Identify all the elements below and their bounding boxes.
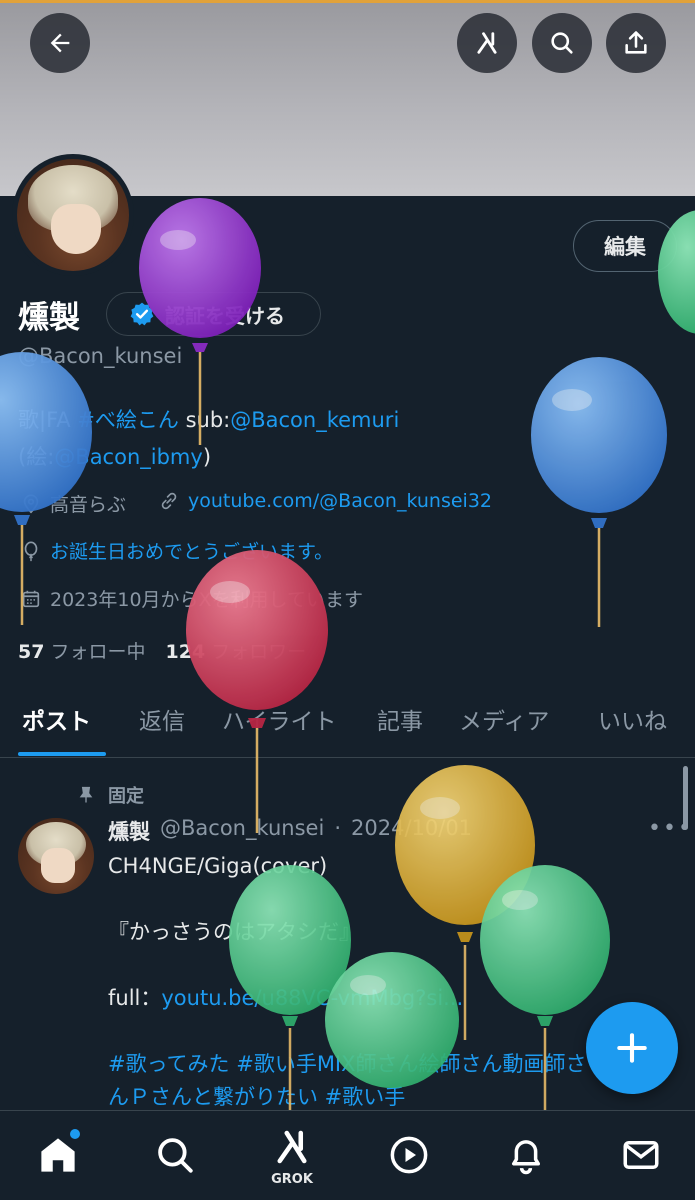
- search-button[interactable]: [532, 13, 592, 73]
- website-row[interactable]: youtube.com/@Bacon_kunsei32: [158, 490, 492, 512]
- following-count: 57: [18, 641, 45, 663]
- following-label: フォロー中: [50, 641, 146, 663]
- bio-line2-suffix: ): [202, 445, 212, 469]
- grok-icon: [477, 32, 497, 54]
- joined-row: 2023年10月からXを利用しています: [20, 585, 363, 612]
- get-verified-label: 認証を受ける: [165, 303, 285, 328]
- post-body[interactable]: CH4NGE/Giga(cover) 『かっさうのはアタシだ』 full：you…: [108, 850, 678, 1114]
- profile-name: 燻製: [18, 300, 80, 336]
- share-button[interactable]: [606, 13, 666, 73]
- profile-tabs: ポスト 返信 ハイライト 記事 メディア いいね: [0, 690, 695, 758]
- verified-badge-icon: [130, 302, 154, 326]
- tab-posts[interactable]: ポスト: [22, 702, 91, 736]
- profile-bio: 歌|FA #べ絵こん sub:@Bacon_kemuri (絵:@Bacon_i…: [18, 402, 678, 476]
- back-button[interactable]: [30, 13, 90, 73]
- nav-search[interactable]: [151, 1131, 199, 1179]
- followers-count: 124: [165, 641, 206, 663]
- calendar-icon: [22, 590, 40, 607]
- profile-avatar[interactable]: [12, 154, 134, 276]
- home-notification-dot: [70, 1129, 80, 1139]
- joined-text: 2023年10月からXを利用しています: [50, 589, 363, 611]
- bio-line2-prefix: (絵:: [18, 445, 55, 469]
- pinned-label: 固定: [108, 786, 144, 807]
- arrow-left-icon: [50, 33, 70, 53]
- post-date[interactable]: 2024/10/01: [351, 816, 472, 846]
- location-row: 高音らぶ: [20, 490, 126, 517]
- pin-icon: [79, 786, 93, 803]
- tab-articles[interactable]: 記事: [377, 702, 423, 736]
- followers-label: フォロワー: [211, 641, 307, 663]
- mail-icon: [623, 1141, 659, 1169]
- nav-notifications[interactable]: [502, 1131, 550, 1179]
- bio-text: 歌|FA: [18, 408, 71, 432]
- tab-replies[interactable]: 返信: [139, 702, 185, 736]
- followers-link[interactable]: 124 フォロワー: [165, 637, 306, 664]
- bio-illust-link[interactable]: @Bacon_ibmy: [54, 445, 203, 469]
- birthday-row: お誕生日おめでとうございます。: [20, 537, 333, 564]
- post-header: 燻製 @Bacon_kunsei · 2024/10/01: [108, 816, 472, 846]
- post-separator: ·: [334, 816, 341, 840]
- post-author-handle[interactable]: @Bacon_kunsei: [160, 816, 324, 846]
- website-link[interactable]: youtube.com/@Bacon_kunsei32: [188, 490, 492, 512]
- home-icon: [41, 1138, 75, 1172]
- post-full-link[interactable]: youtu.be/u88VC-vmMbg?si...: [161, 986, 463, 1010]
- tab-media[interactable]: メディア: [459, 702, 549, 736]
- bio-sub-label: sub:: [185, 408, 231, 432]
- balloon-icon: [24, 540, 38, 561]
- post-author-name[interactable]: 燻製: [108, 816, 150, 846]
- post-line-title: CH4NGE/Giga(cover): [108, 854, 328, 878]
- profile-handle: @Bacon_kunsei: [18, 344, 183, 368]
- birthday-text: お誕生日おめでとうございます。: [50, 541, 334, 563]
- play-icon: [390, 1136, 428, 1174]
- post-full-label: full：: [108, 986, 162, 1010]
- nav-messages[interactable]: [617, 1131, 665, 1179]
- tab-likes[interactable]: いいね: [598, 702, 667, 736]
- search-icon: [158, 1138, 193, 1173]
- balloon-blue-right: [531, 357, 667, 627]
- bell-icon: [512, 1140, 540, 1175]
- edit-profile-button[interactable]: 編集: [573, 220, 677, 272]
- grok-button[interactable]: [457, 13, 517, 73]
- avatar-image: [17, 159, 129, 271]
- location-icon: [23, 493, 39, 513]
- bio-hashtag-link[interactable]: #べ絵こん: [77, 408, 179, 432]
- active-tab-indicator: [18, 752, 106, 756]
- link-icon: [161, 492, 177, 510]
- nav-video[interactable]: [385, 1131, 433, 1179]
- share-icon: [625, 31, 647, 54]
- bottom-navigation: [0, 1110, 695, 1200]
- tab-highlights[interactable]: ハイライト: [222, 702, 337, 736]
- bio-sub-link[interactable]: @Bacon_kemuri: [230, 408, 399, 432]
- search-icon: [551, 32, 573, 54]
- scrollbar[interactable]: [683, 766, 688, 830]
- nav-grok-label: GROK: [271, 1172, 313, 1187]
- post-avatar[interactable]: [18, 818, 94, 894]
- nav-grok[interactable]: [268, 1123, 316, 1171]
- pinned-indicator: 固定: [76, 782, 144, 808]
- compose-post-button[interactable]: [586, 1002, 678, 1094]
- grok-icon: [277, 1130, 307, 1164]
- plus-icon: [617, 1033, 647, 1063]
- follow-stats: 57 フォロー中 124 フォロワー: [18, 637, 306, 664]
- location-text: 高音らぶ: [50, 494, 127, 516]
- get-verified-button[interactable]: 認証を受ける: [106, 292, 321, 336]
- post-line-quote: 『かっさうのはアタシだ』: [108, 920, 360, 944]
- following-link[interactable]: 57 フォロー中: [18, 637, 145, 664]
